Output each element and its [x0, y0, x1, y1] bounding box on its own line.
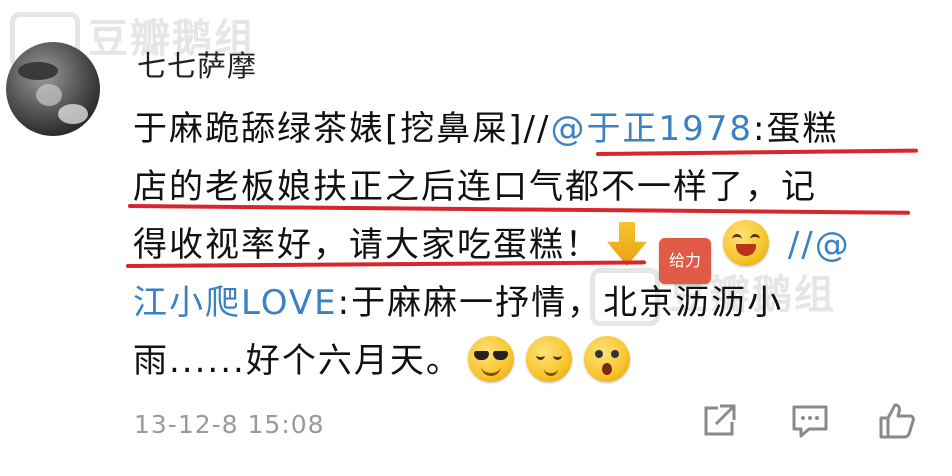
weibo-post: 豆瓣鹅组 豆瓣鹅组 七七萨摩 于麻跪舔绿茶婊[挖鼻屎]//@于正1978:蛋糕 … [0, 0, 952, 476]
laugh-emoji-icon [723, 220, 769, 266]
share-icon [704, 404, 736, 436]
content-line: 雨......好个六月天。 [133, 332, 923, 390]
avatar[interactable] [6, 42, 100, 136]
username[interactable]: 七七萨摩 [137, 43, 257, 85]
post-text: 雨......好个六月天。 [133, 341, 462, 381]
content-line: 江小爬LOVE:于麻麻一抒情，北京沥沥小 [133, 274, 923, 332]
down-arrow-icon [607, 222, 647, 266]
cool-sunglasses-emoji-icon [467, 336, 514, 382]
comment-button[interactable] [789, 400, 831, 442]
post-text: :于麻麻一抒情，北京沥沥小 [337, 283, 784, 323]
post-timestamp: 13-12-8 15:08 [134, 410, 325, 439]
post-text: 得收视率好，请大家吃蛋糕！ [133, 225, 601, 265]
post-text: 店的老板娘扶正之后连口气都不一样了，记 [133, 167, 817, 207]
post-content: 于麻跪舔绿茶婊[挖鼻屎]//@于正1978:蛋糕 店的老板娘扶正之后连口气都不一… [133, 100, 923, 390]
cheek-emoji-icon [525, 336, 572, 382]
repost-separator[interactable]: //@ [788, 225, 851, 265]
like-button[interactable] [876, 400, 918, 442]
mention-link[interactable]: @于正1978 [550, 109, 753, 149]
geili-sticker-icon: 给力 [659, 238, 711, 284]
comment-icon [792, 405, 828, 438]
share-button[interactable] [698, 400, 740, 442]
shocked-emoji-icon [583, 336, 630, 382]
post-text: 于麻跪舔绿茶婊[挖鼻屎]// [133, 109, 551, 149]
like-icon [879, 403, 915, 439]
post-text: :蛋糕 [752, 109, 839, 149]
mention-link[interactable]: 江小爬LOVE [133, 283, 338, 323]
